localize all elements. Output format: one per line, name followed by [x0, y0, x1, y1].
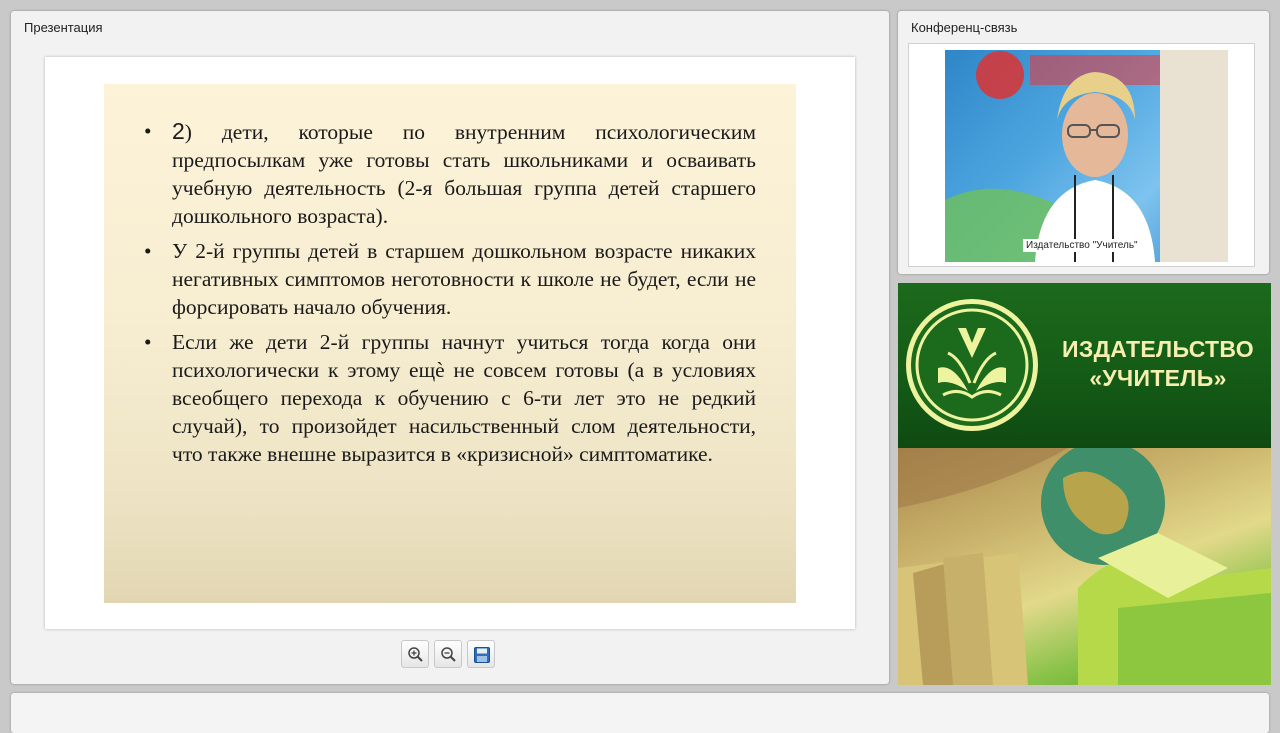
banner-image	[898, 448, 1271, 685]
bullet-marker: •	[144, 239, 152, 263]
bottom-panel	[11, 693, 1269, 733]
publisher-logo-icon	[906, 299, 1038, 431]
slide: • 2) дети, которые по внутренним психоло…	[104, 84, 796, 603]
banner-title-line1: ИЗДАТЕЛЬСТВО	[1062, 336, 1254, 362]
banner-title: ИЗДАТЕЛЬСТВО «УЧИТЕЛЬ»	[1048, 335, 1268, 393]
conference-title: Конференц-связь	[911, 20, 1018, 35]
presentation-panel: Презентация • 2) дети, которые по внутре…	[11, 11, 889, 684]
presenter-video-image	[945, 50, 1228, 262]
publisher-banner: ИЗДАТЕЛЬСТВО «УЧИТЕЛЬ»	[898, 283, 1271, 685]
bullet-marker: •	[144, 119, 152, 143]
bullet-number: 2	[172, 118, 185, 144]
video-feed[interactable]: Издательство "Учитель"	[945, 50, 1228, 262]
bullet-text: У 2-й группы детей в старшем дошкольном …	[172, 239, 756, 319]
slide-frame: • 2) дети, которые по внутренним психоло…	[45, 57, 855, 629]
slide-bullet-item: • Если же дети 2-й группы начнут учиться…	[144, 328, 756, 468]
bullet-marker: •	[144, 330, 152, 354]
banner-title-line2: «УЧИТЕЛЬ»	[1089, 365, 1227, 391]
bullet-text: Если же дети 2-й группы начнут учиться т…	[172, 330, 756, 466]
bullet-text: ) дети, которые по внутренним психологич…	[172, 120, 756, 228]
zoom-in-button[interactable]	[401, 640, 429, 668]
zoom-in-icon	[408, 647, 423, 662]
save-icon	[474, 647, 490, 663]
save-button[interactable]	[467, 640, 495, 668]
conference-panel: Конференц-связь Издательство "Учитель"	[898, 11, 1269, 274]
books-globe-illustration	[898, 448, 1271, 685]
video-caption: Издательство "Учитель"	[1023, 239, 1141, 252]
slide-bullet-item: • 2) дети, которые по внутренним психоло…	[144, 117, 756, 230]
zoom-out-icon	[441, 647, 456, 662]
video-frame: Издательство "Учитель"	[908, 43, 1255, 267]
presentation-title: Презентация	[24, 20, 103, 35]
zoom-out-button[interactable]	[434, 640, 462, 668]
banner-header: ИЗДАТЕЛЬСТВО «УЧИТЕЛЬ»	[898, 283, 1271, 448]
slide-bullet-list: • 2) дети, которые по внутренним психоло…	[144, 117, 756, 475]
slide-bullet-item: • У 2-й группы детей в старшем дошкольно…	[144, 237, 756, 321]
